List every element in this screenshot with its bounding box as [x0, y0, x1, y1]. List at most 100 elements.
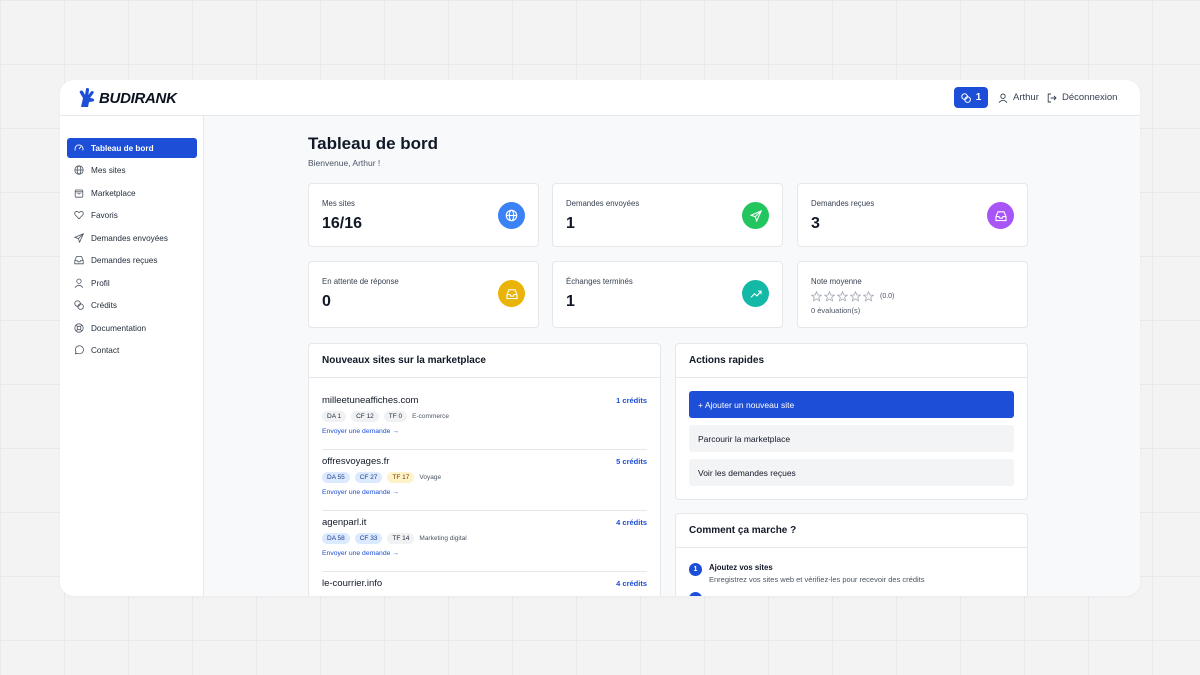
- site-name[interactable]: offresvoyages.fr: [322, 456, 389, 467]
- site-category: Marketing digital: [419, 535, 467, 542]
- logo-text: BUDIRANK: [99, 89, 177, 107]
- list-item: agenparl.it 4 crédits DA 58 CF 33 TF 14 …: [322, 511, 647, 572]
- browse-marketplace-button[interactable]: Parcourir la marketplace: [689, 425, 1014, 452]
- trending-up-icon: [742, 280, 769, 307]
- view-requests-button[interactable]: Voir les demandes reçues: [689, 459, 1014, 486]
- logo[interactable]: BUDIRANK: [78, 87, 177, 109]
- stat-label: Échanges terminés: [566, 277, 633, 286]
- sidebar-item-label: Tableau de bord: [91, 143, 154, 153]
- da-badge: DA 55: [322, 472, 350, 483]
- panel-title: Nouveaux sites sur la marketplace: [309, 344, 660, 378]
- sidebar-item-marketplace[interactable]: Marketplace: [67, 183, 197, 203]
- star-icon: [824, 291, 835, 302]
- da-badge: DA 58: [322, 533, 350, 544]
- site-credits: 4 crédits: [616, 579, 647, 588]
- page-title: Tableau de bord: [308, 134, 439, 153]
- send-icon: [74, 233, 84, 243]
- star-icon: [863, 291, 874, 302]
- sidebar-item-label: Mes sites: [91, 165, 126, 175]
- stat-value: 0: [322, 293, 331, 310]
- coins-icon: [961, 92, 971, 103]
- welcome-text: Bienvenue, Arthur !: [308, 158, 381, 168]
- panel-title: Comment ça marche ?: [676, 514, 1027, 548]
- sidebar-item-favoris[interactable]: Favoris: [67, 205, 197, 225]
- tf-badge: TF 0: [383, 411, 408, 422]
- step-item: [689, 592, 1014, 596]
- logout-label: Déconnexion: [1062, 92, 1118, 103]
- heart-icon: [74, 211, 84, 220]
- user-menu[interactable]: Arthur: [998, 92, 1039, 103]
- tf-badge: TF 14: [387, 533, 415, 544]
- user-icon: [998, 93, 1008, 103]
- logout-icon: [1047, 93, 1057, 102]
- site-name[interactable]: agenparl.it: [322, 517, 366, 528]
- quick-actions-panel: Actions rapides + Ajouter un nouveau sit…: [675, 343, 1028, 500]
- user-name: Arthur: [1013, 92, 1039, 103]
- sidebar-item-label: Demandes reçues: [91, 255, 158, 265]
- sidebar-item-label: Crédits: [91, 300, 117, 310]
- inbox-icon: [74, 256, 84, 265]
- inbox-icon: [987, 202, 1014, 229]
- sidebar-item-profil[interactable]: Profil: [67, 273, 197, 293]
- sidebar-item-label: Documentation: [91, 323, 147, 333]
- coins-icon: [74, 300, 84, 310]
- stat-label: Note moyenne: [811, 277, 862, 286]
- sidebar-item-dashboard[interactable]: Tableau de bord: [67, 138, 197, 158]
- stat-card-en-attente: En attente de réponse 0: [308, 261, 539, 328]
- tf-badge: TF 17: [387, 472, 415, 483]
- star-icon: [837, 291, 848, 302]
- stat-label: En attente de réponse: [322, 277, 399, 286]
- stat-card-mes-sites: Mes sites 16/16: [308, 183, 539, 247]
- step-title: Ajoutez vos sites: [709, 563, 773, 572]
- logo-hand-icon: [79, 87, 95, 107]
- marketplace-panel: Nouveaux sites sur la marketplace millee…: [308, 343, 661, 596]
- send-request-link[interactable]: Envoyer une demande →: [322, 489, 399, 496]
- site-credits: 5 crédits: [616, 457, 647, 466]
- stat-value: 1: [566, 215, 575, 232]
- sidebar-item-label: Contact: [91, 345, 120, 355]
- sidebar-item-mes-sites[interactable]: Mes sites: [67, 160, 197, 180]
- star-icon: [850, 291, 861, 302]
- credits-button[interactable]: 1: [954, 87, 988, 108]
- rating-stars: (0.0): [811, 291, 894, 302]
- sidebar-item-demandes-recues[interactable]: Demandes reçues: [67, 250, 197, 270]
- sidebar: Tableau de bord Mes sites Marketplace Fa…: [60, 116, 204, 596]
- sidebar-item-credits[interactable]: Crédits: [67, 295, 197, 315]
- chat-bubble-icon: [74, 345, 84, 355]
- sidebar-item-demandes-envoyees[interactable]: Demandes envoyées: [67, 228, 197, 248]
- sidebar-item-label: Favoris: [91, 210, 118, 220]
- send-request-link[interactable]: Envoyer une demande →: [322, 550, 399, 557]
- star-icon: [811, 291, 822, 302]
- stat-value: 16/16: [322, 215, 363, 232]
- app-window: BUDIRANK 1 Arthur Déconnexion Tableau de…: [60, 80, 1140, 596]
- inbox-icon: [498, 280, 525, 307]
- list-item: offresvoyages.fr 5 crédits DA 55 CF 27 T…: [322, 450, 647, 511]
- da-badge: DA 1: [322, 411, 347, 422]
- logout-button[interactable]: Déconnexion: [1047, 92, 1117, 103]
- stat-card-note-moyenne: Note moyenne (0.0) 0 évaluation(s): [797, 261, 1028, 328]
- stat-card-demandes-recues: Demandes reçues 3: [797, 183, 1028, 247]
- step-number: [689, 592, 702, 596]
- lifebuoy-icon: [74, 323, 84, 333]
- how-it-works-panel: Comment ça marche ? 1 Ajoutez vos sites …: [675, 513, 1028, 596]
- stat-label: Mes sites: [322, 199, 355, 208]
- step-number: 1: [689, 563, 702, 576]
- cf-badge: CF 27: [354, 472, 383, 483]
- add-site-button[interactable]: + Ajouter un nouveau site: [689, 391, 1014, 418]
- sidebar-item-contact[interactable]: Contact: [67, 340, 197, 360]
- site-name[interactable]: le-courrier.info: [322, 578, 382, 589]
- send-request-link[interactable]: Envoyer une demande →: [322, 428, 399, 435]
- site-name[interactable]: milleetuneaffiches.com: [322, 395, 418, 406]
- panel-title: Actions rapides: [676, 344, 1027, 378]
- sidebar-item-label: Marketplace: [91, 188, 136, 198]
- stat-card-echanges-termines: Échanges terminés 1: [552, 261, 783, 328]
- stat-value: 1: [566, 293, 575, 310]
- site-credits: 4 crédits: [616, 518, 647, 527]
- sidebar-item-documentation[interactable]: Documentation: [67, 318, 197, 338]
- cf-badge: CF 12: [351, 411, 379, 422]
- list-item: milleetuneaffiches.com 1 crédits DA 1 CF…: [322, 389, 647, 450]
- send-icon: [742, 202, 769, 229]
- site-credits: 1 crédits: [616, 396, 647, 405]
- sidebar-item-label: Demandes envoyées: [91, 233, 168, 243]
- site-category: E-commerce: [412, 413, 450, 420]
